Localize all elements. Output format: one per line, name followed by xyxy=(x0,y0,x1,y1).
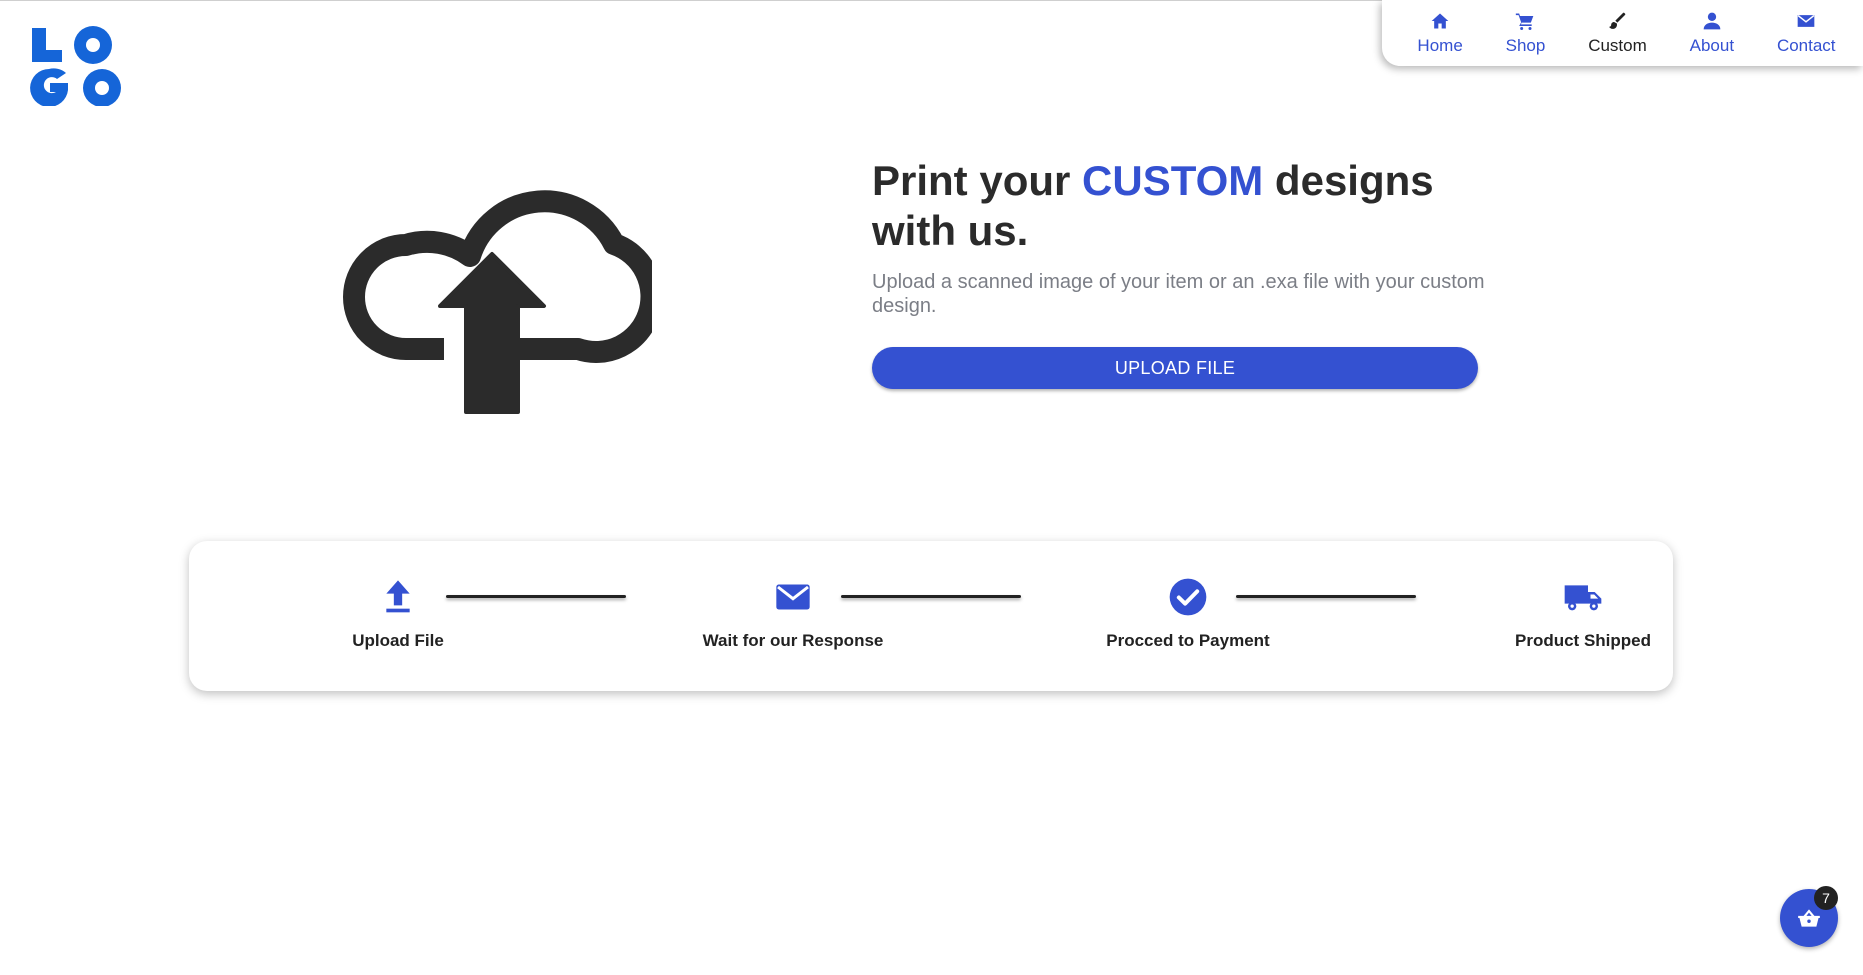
nav-label-shop: Shop xyxy=(1505,36,1546,55)
main-nav: Home Shop Custom About Contact xyxy=(1382,0,1863,66)
step-label: Upload File xyxy=(352,631,444,650)
step-label: Wait for our Response xyxy=(702,631,884,650)
brush-icon xyxy=(1609,12,1626,29)
nav-label-about: About xyxy=(1689,36,1735,55)
upload-file-button[interactable]: UPLOAD FILE xyxy=(872,347,1478,389)
nav-item-about[interactable]: About xyxy=(1690,11,1734,55)
nav-item-shop[interactable]: Shop xyxy=(1505,11,1546,55)
step-label: Procced to Payment xyxy=(1106,631,1270,650)
nav-label-home: Home xyxy=(1417,36,1463,55)
cart-icon xyxy=(1516,13,1534,30)
step-label: Product Shipped xyxy=(1515,631,1651,650)
truck-icon xyxy=(1564,585,1602,611)
cart-count-badge: 7 xyxy=(1814,886,1838,910)
hero-title-accent: CUSTOM xyxy=(1082,157,1264,204)
hero-title-start: Print your xyxy=(872,157,1083,204)
steps-card: Upload File Wait for our Response Procce… xyxy=(189,541,1673,691)
step-wait-response: Wait for our Response xyxy=(663,577,923,651)
cloud-upload-icon xyxy=(343,190,652,414)
step-connector xyxy=(1236,595,1416,598)
step-upload-file: Upload File xyxy=(268,577,528,651)
envelope-icon xyxy=(1797,14,1815,27)
hero-subtitle: Upload a scanned image of your item or a… xyxy=(872,271,1485,317)
nav-item-contact[interactable]: Contact xyxy=(1777,11,1836,55)
home-icon xyxy=(1431,13,1449,29)
hero-title: Print your CUSTOM designs with us. xyxy=(872,156,1512,256)
check-circle-icon xyxy=(1169,578,1207,616)
step-connector xyxy=(446,595,626,598)
step-payment: Procced to Payment xyxy=(1058,577,1318,651)
envelope-icon xyxy=(776,584,810,610)
step-connector xyxy=(841,595,1021,598)
step-shipped: Product Shipped xyxy=(1453,577,1713,651)
nav-label-custom: Custom xyxy=(1588,36,1647,55)
logo[interactable] xyxy=(30,26,122,106)
user-icon xyxy=(1703,12,1721,30)
nav-item-home[interactable]: Home xyxy=(1417,11,1463,55)
nav-label-contact: Contact xyxy=(1776,36,1836,55)
upload-icon xyxy=(386,580,410,613)
basket-icon xyxy=(1798,909,1820,927)
nav-item-custom[interactable]: Custom xyxy=(1588,11,1647,55)
